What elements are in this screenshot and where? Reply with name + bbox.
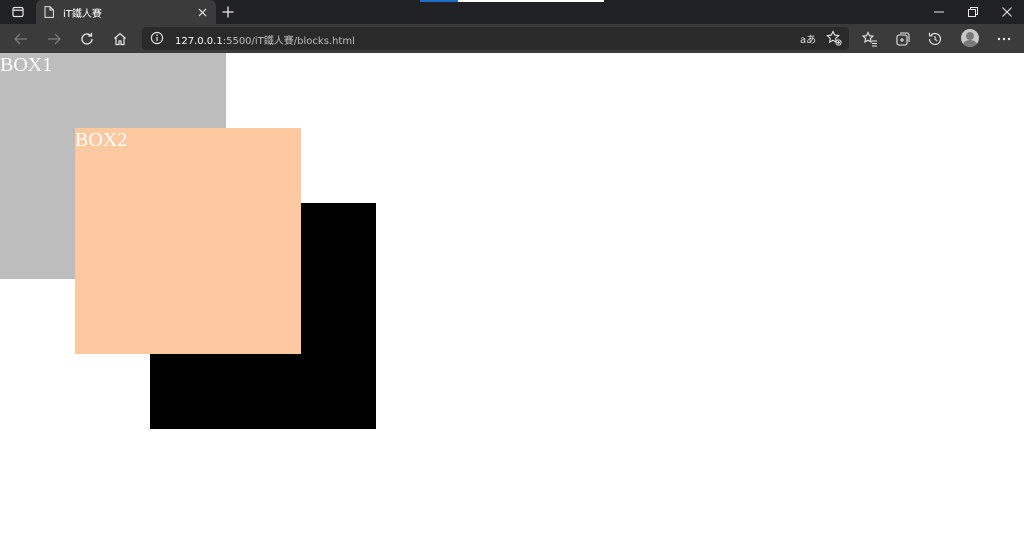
new-tab-button[interactable]: [218, 2, 238, 22]
more-icon: [997, 37, 1011, 41]
settings-menu-button[interactable]: [993, 28, 1015, 50]
browser-tab[interactable]: iT鐵人賽: [36, 0, 216, 24]
page-icon: [44, 6, 54, 18]
info-icon[interactable]: [150, 31, 164, 50]
history-icon: [928, 32, 942, 45]
refresh-icon: [81, 32, 93, 45]
star-add-icon: [826, 30, 842, 46]
minimize-button[interactable]: [922, 0, 956, 24]
url-path: :5500/iT鐵人賽/blocks.html: [222, 36, 355, 47]
forward-arrow-icon: [48, 33, 61, 45]
back-button[interactable]: [10, 28, 32, 50]
close-window-button[interactable]: [990, 0, 1024, 24]
url-host: 127.0.0.1: [175, 36, 223, 47]
tab-actions-button[interactable]: [0, 0, 36, 24]
address-bar[interactable]: 127.0.0.1:5500/iT鐵人賽/blocks.html aあ: [142, 27, 849, 50]
browser-titlebar: iT鐵人賽: [0, 0, 1024, 24]
url-text[interactable]: 127.0.0.1:5500/iT鐵人賽/blocks.html: [175, 32, 355, 47]
back-arrow-icon: [14, 33, 27, 45]
close-icon: [198, 8, 206, 16]
favorites-icon: [862, 31, 877, 47]
restore-icon: [968, 7, 978, 17]
forward-button[interactable]: [43, 28, 65, 50]
plus-icon: [222, 6, 234, 18]
window-controls: [922, 0, 1024, 24]
browser-toolbar: 127.0.0.1:5500/iT鐵人賽/blocks.html aあ: [0, 24, 1024, 53]
box1-label: BOX1: [0, 54, 53, 76]
read-aloud-button[interactable]: aあ: [800, 31, 816, 46]
minimize-icon: [934, 11, 944, 13]
collections-button[interactable]: [892, 28, 914, 50]
profile-avatar[interactable]: [961, 29, 979, 47]
restore-button[interactable]: [956, 0, 990, 24]
tab-close-button[interactable]: [194, 4, 210, 20]
box2: BOX2: [75, 128, 301, 354]
home-button[interactable]: [109, 28, 131, 50]
refresh-button[interactable]: [76, 28, 98, 50]
add-favorite-button[interactable]: [826, 30, 842, 51]
home-icon: [114, 32, 126, 46]
box2-label: BOX2: [75, 129, 128, 151]
tab-actions-icon: [12, 6, 24, 18]
favorites-button[interactable]: [859, 28, 881, 50]
collections-icon: [896, 32, 910, 46]
history-button[interactable]: [924, 28, 946, 50]
drag-region: [420, 0, 604, 2]
page-viewport: BOX1 BOX2: [0, 53, 1024, 546]
close-icon: [1002, 7, 1012, 17]
tab-title: iT鐵人賽: [63, 8, 102, 20]
